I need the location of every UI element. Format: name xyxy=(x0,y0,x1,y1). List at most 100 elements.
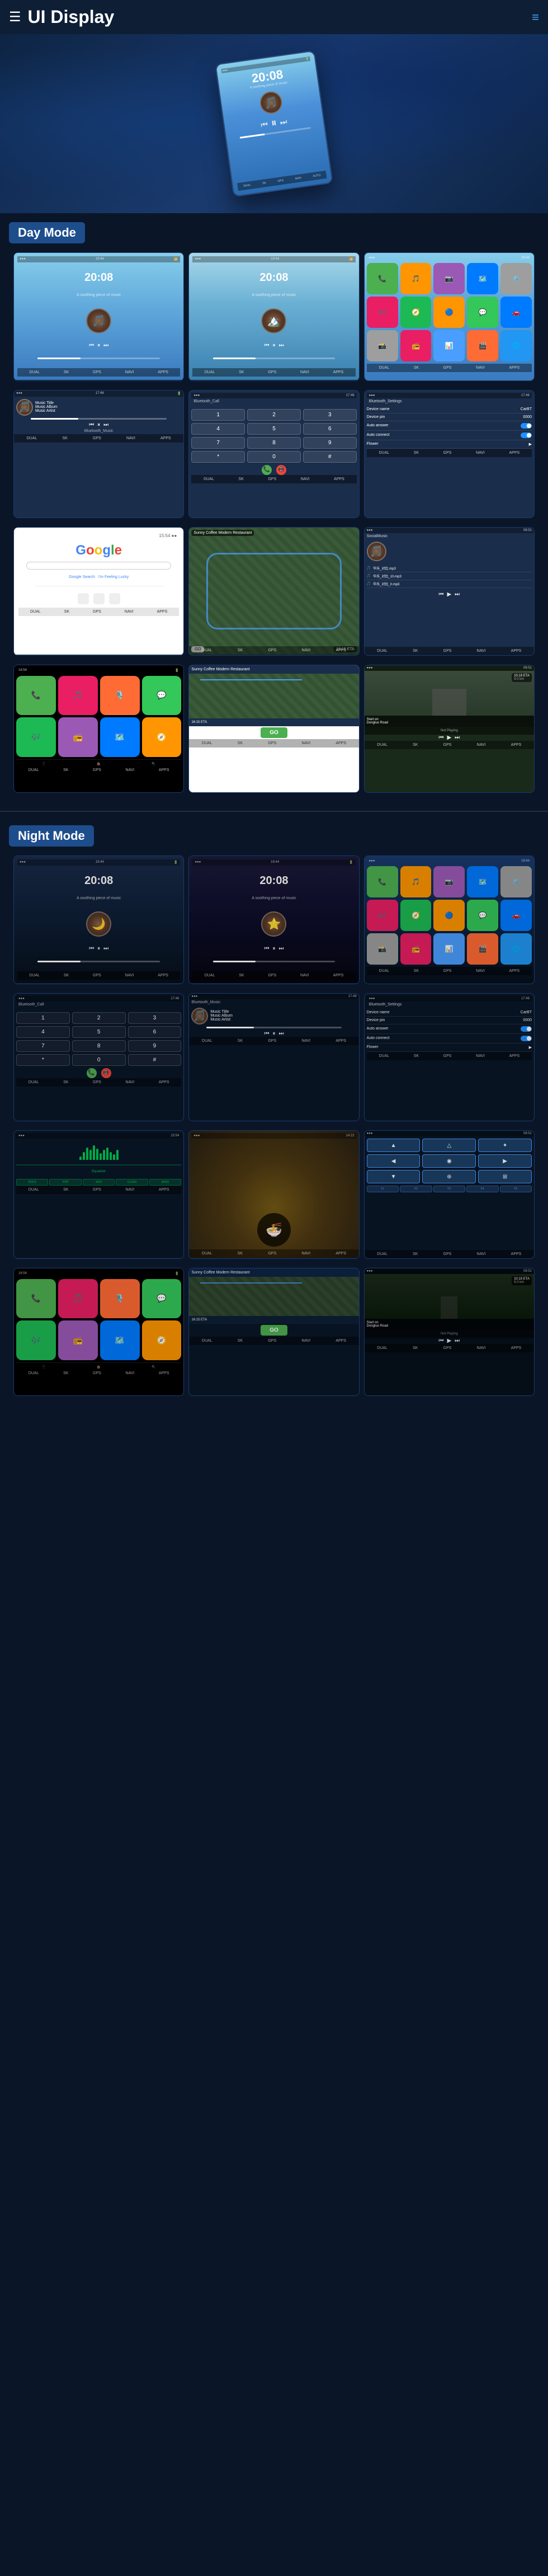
rcb-4[interactable]: F4 xyxy=(466,1186,498,1192)
nm1n-apps[interactable]: APPS xyxy=(158,974,168,977)
bt-play[interactable]: ⏸ xyxy=(97,422,100,428)
btsn-dual[interactable]: DUAL xyxy=(379,451,389,455)
nnum-5[interactable]: 5 xyxy=(72,1026,126,1038)
soc-prev[interactable]: ⏮ xyxy=(438,591,443,598)
cpn-navi[interactable]: NAVI xyxy=(125,768,134,772)
play-1[interactable]: ⏸ xyxy=(97,342,100,349)
song-item-2[interactable]: 🎵 华乐_对比_10.mp3 xyxy=(367,572,532,580)
nrnpn-apps[interactable]: APPS xyxy=(511,1346,522,1350)
rc-up[interactable]: ▲ xyxy=(367,1139,421,1152)
rn-navi[interactable]: NAVI xyxy=(477,743,486,747)
btmn-apps[interactable]: APPS xyxy=(160,436,171,440)
rcb-3[interactable]: F3 xyxy=(433,1186,465,1192)
btsn-navi[interactable]: NAVI xyxy=(476,451,485,455)
auto-connect-toggle[interactable] xyxy=(521,433,532,438)
hbn-apps[interactable]: APPS xyxy=(509,366,519,370)
app-radio[interactable]: 📻 xyxy=(400,330,432,361)
app-settings-icon[interactable]: ⚙️ xyxy=(500,263,532,294)
napp-spotify[interactable]: 🎶 xyxy=(367,900,398,931)
auto-answer-toggle[interactable] xyxy=(521,423,532,429)
napp-settings[interactable]: ⚙️ xyxy=(500,866,532,897)
hangup-btn[interactable]: 📵 xyxy=(276,465,286,475)
rcn-dual[interactable]: DUAL xyxy=(377,1252,388,1256)
nnum-hash[interactable]: # xyxy=(128,1054,182,1066)
btcn-navi[interactable]: NAVI xyxy=(301,477,310,481)
nbts-connect-toggle[interactable] xyxy=(521,1036,532,1041)
gn-gps[interactable]: GPS xyxy=(93,610,101,614)
nm2-prev[interactable]: ⏮ xyxy=(264,946,269,952)
eqn-apps[interactable]: APPS xyxy=(159,1188,169,1192)
nhn-dual[interactable]: DUAL xyxy=(379,969,389,973)
num-hash[interactable]: # xyxy=(303,451,357,463)
navi-go-btn[interactable]: GO xyxy=(261,727,287,738)
eqn-gps[interactable]: GPS xyxy=(93,1188,101,1192)
btmn-dual[interactable]: DUAL xyxy=(27,436,37,440)
nbtmn-sk[interactable]: SK xyxy=(238,1039,243,1043)
nnum-1[interactable]: 1 xyxy=(16,1012,70,1024)
rc-down[interactable]: ▼ xyxy=(367,1170,421,1183)
rn-sk[interactable]: SK xyxy=(413,743,418,747)
rc-center[interactable]: ◉ xyxy=(422,1154,476,1168)
nm2n-sk[interactable]: SK xyxy=(239,974,244,977)
cp-icon-3[interactable]: 🔍 xyxy=(152,762,155,766)
rcb-1[interactable]: F1 xyxy=(367,1186,399,1192)
gn-sk[interactable]: SK xyxy=(64,610,69,614)
rcn-navi[interactable]: NAVI xyxy=(477,1252,486,1256)
app-music-icon[interactable]: 🎵 xyxy=(400,263,432,294)
menu-icon[interactable]: ☰ xyxy=(9,9,21,25)
ncpn-gps[interactable]: GPS xyxy=(93,1371,101,1375)
ncp-podcast[interactable]: 🎙️ xyxy=(100,1279,140,1319)
btcn-sk[interactable]: SK xyxy=(238,477,243,481)
nnum-2[interactable]: 2 xyxy=(72,1012,126,1024)
fn-navi[interactable]: NAVI xyxy=(301,1252,310,1256)
ncpn-sk[interactable]: SK xyxy=(63,1371,68,1375)
hamburger-icon[interactable]: ≡ xyxy=(532,10,539,25)
nbtm-prev[interactable]: ⏮ xyxy=(264,1031,269,1037)
ncp-music[interactable]: 🎵 xyxy=(58,1279,98,1319)
nbtsn-navi[interactable]: NAVI xyxy=(476,1054,485,1058)
shortcut-2[interactable] xyxy=(93,593,105,604)
nbtmn-apps[interactable]: APPS xyxy=(336,1039,346,1043)
nnum-star[interactable]: * xyxy=(16,1054,70,1066)
nnavi-go[interactable]: GO xyxy=(261,1325,287,1336)
num-6[interactable]: 6 xyxy=(303,423,357,435)
rc-fn3[interactable]: ⊞ xyxy=(478,1170,532,1183)
nn-dual[interactable]: DUAL xyxy=(202,741,212,745)
btmn-navi[interactable]: NAVI xyxy=(126,436,135,440)
nav-navi[interactable]: NAVI xyxy=(295,176,301,181)
num-9[interactable]: 9 xyxy=(303,437,357,449)
nm2n-apps[interactable]: APPS xyxy=(333,974,344,977)
nm2-next[interactable]: ⏭ xyxy=(278,946,284,952)
socn-gps[interactable]: GPS xyxy=(443,649,452,653)
napp-video[interactable]: 🎬 xyxy=(467,933,498,965)
next-2[interactable]: ⏭ xyxy=(278,342,284,349)
nnum-8[interactable]: 8 xyxy=(72,1040,126,1052)
hero-next-btn[interactable]: ⏭ xyxy=(280,117,288,128)
gn-navi[interactable]: NAVI xyxy=(125,610,134,614)
app-phone[interactable]: 📞 xyxy=(367,263,398,294)
nbtmn-gps[interactable]: GPS xyxy=(268,1039,276,1043)
bn-dual-2[interactable]: DUAL xyxy=(205,370,215,374)
app-photos[interactable]: 📷 xyxy=(433,263,465,294)
fn-dual[interactable]: DUAL xyxy=(202,1252,212,1256)
bt-next[interactable]: ⏭ xyxy=(103,422,108,428)
eqn-dual[interactable]: DUAL xyxy=(29,1188,39,1192)
napp-dash[interactable]: 📊 xyxy=(433,933,465,965)
soc-next[interactable]: ⏭ xyxy=(455,591,460,598)
nn-gps[interactable]: GPS xyxy=(268,741,276,745)
nnum-7[interactable]: 7 xyxy=(16,1040,70,1052)
app-dash[interactable]: 📊 xyxy=(433,330,465,361)
nm1-play[interactable]: ⏸ xyxy=(97,946,100,952)
num-3[interactable]: 3 xyxy=(303,409,357,421)
nn-apps[interactable]: APPS xyxy=(336,741,346,745)
road-play[interactable]: ▶ xyxy=(447,735,451,741)
btmn-sk[interactable]: SK xyxy=(62,436,67,440)
nnavin-dual[interactable]: DUAL xyxy=(202,1339,212,1343)
socn-navi[interactable]: NAVI xyxy=(477,649,486,653)
hbn-gps[interactable]: GPS xyxy=(443,366,452,370)
rn-gps[interactable]: GPS xyxy=(443,743,452,747)
mn-sk[interactable]: SK xyxy=(238,648,243,652)
nm2n-navi[interactable]: NAVI xyxy=(300,974,309,977)
napp-photos[interactable]: 📷 xyxy=(433,866,465,897)
napp-carbt[interactable]: 🚗 xyxy=(500,900,532,931)
